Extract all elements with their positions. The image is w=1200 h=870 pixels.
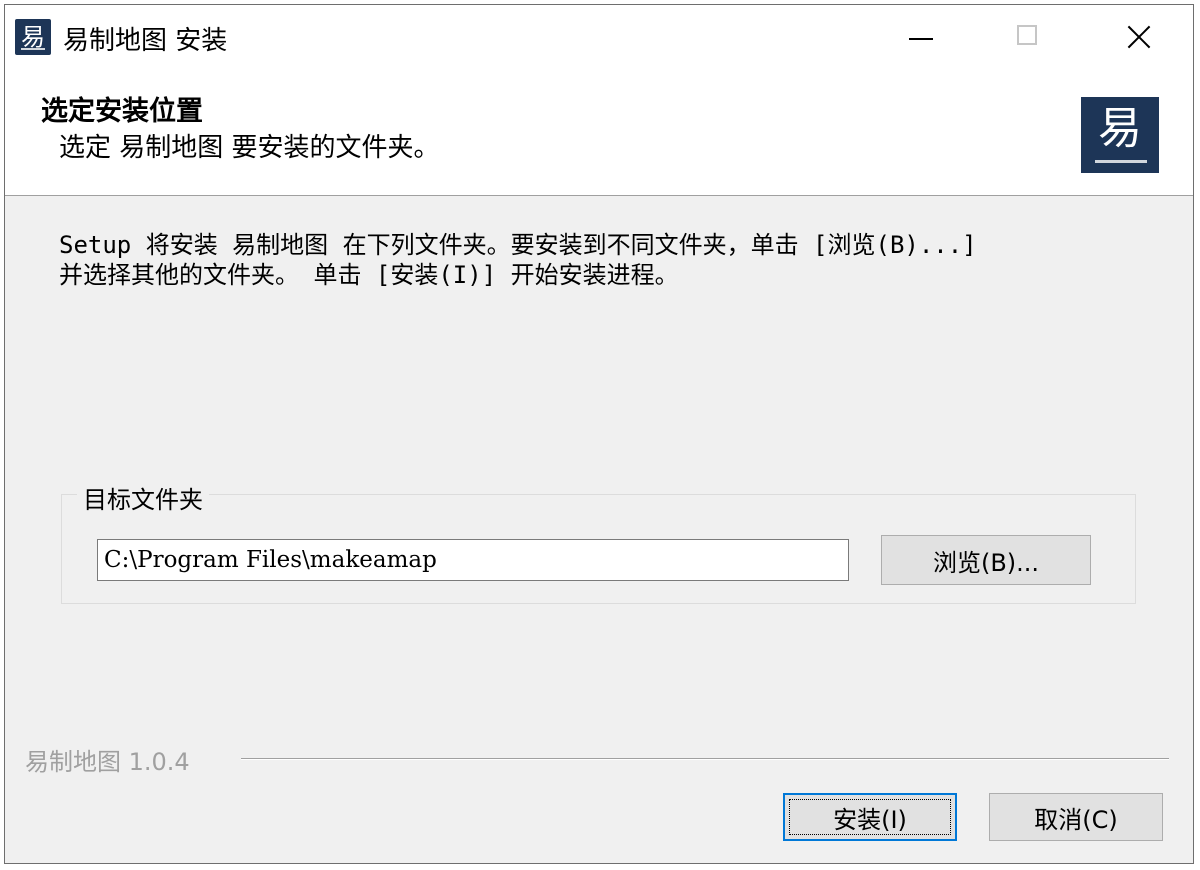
focus-rectangle [789, 799, 951, 835]
brush-stroke [21, 48, 45, 50]
brush-stroke [1095, 160, 1147, 163]
page-subtitle: 选定 易制地图 要安装的文件夹。 [59, 133, 440, 163]
app-logo-icon: 易 [15, 19, 51, 55]
close-button[interactable] [1091, 5, 1183, 67]
content-panel: Setup 将安装 易制地图 在下列文件夹。要安装到不同文件夹，单击 [浏览(B… [5, 196, 1193, 863]
install-description: Setup 将安装 易制地图 在下列文件夹。要安装到不同文件夹，单击 [浏览(B… [59, 231, 977, 289]
page-header: 选定安装位置 选定 易制地图 要安装的文件夹。 易 [5, 69, 1193, 196]
product-logo-glyph: 易 [1098, 103, 1142, 154]
cancel-button[interactable]: 取消(C) [989, 793, 1163, 841]
install-path-input[interactable] [97, 539, 849, 581]
title-bar[interactable]: 易 易制地图 安装 [5, 5, 1193, 69]
install-button[interactable]: 安装(I) [783, 793, 957, 841]
browse-button[interactable]: 浏览(B)... [881, 535, 1091, 585]
footer-divider [241, 758, 1169, 760]
minimize-button[interactable] [875, 5, 967, 67]
destination-folder-label: 目标文件夹 [77, 480, 209, 515]
installer-window: 易 易制地图 安装 选定安装位置 选定 易制地图 要安装的文件夹。 易 Setu… [4, 4, 1194, 864]
maximize-button[interactable] [983, 5, 1075, 67]
page-title: 选定安装位置 [41, 96, 203, 127]
version-label: 易制地图 1.0.4 [25, 748, 190, 776]
app-logo-glyph: 易 [21, 23, 45, 51]
window-title: 易制地图 安装 [63, 26, 228, 56]
product-logo-icon: 易 [1081, 97, 1159, 173]
